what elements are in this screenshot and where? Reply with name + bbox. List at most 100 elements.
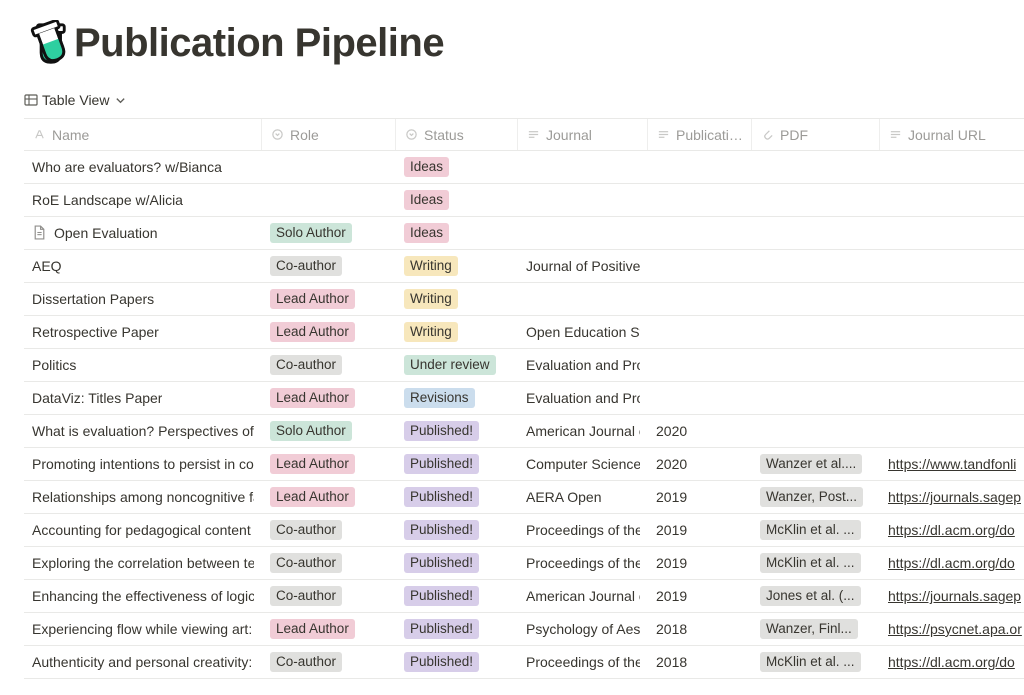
table-row[interactable]: Promoting intentions to persist in coLea… bbox=[24, 448, 1024, 481]
cell-journal[interactable]: Evaluation and Pro bbox=[518, 349, 648, 381]
cell-publication[interactable] bbox=[648, 382, 752, 414]
cell-status[interactable]: Published! bbox=[396, 646, 518, 678]
cell-journal-url[interactable] bbox=[880, 316, 1024, 348]
cell-role[interactable]: Lead Author bbox=[262, 382, 396, 414]
cell-journal-url[interactable] bbox=[880, 283, 1024, 315]
cell-journal[interactable]: Proceedings of the bbox=[518, 514, 648, 546]
cell-journal[interactable]: Journal of Positive bbox=[518, 250, 648, 282]
cell-status[interactable]: Published! bbox=[396, 415, 518, 447]
column-header-journal-url[interactable]: Journal URL bbox=[880, 119, 1024, 150]
cell-journal[interactable] bbox=[518, 151, 648, 183]
cell-pdf[interactable]: Wanzer, Finl... bbox=[752, 613, 880, 645]
table-row[interactable]: Relationships among noncognitive faLead … bbox=[24, 481, 1024, 514]
cell-name[interactable]: Relationships among noncognitive fa bbox=[24, 481, 262, 513]
cell-publication[interactable] bbox=[648, 283, 752, 315]
cell-name[interactable]: DataViz: Titles Paper bbox=[24, 382, 262, 414]
cell-role[interactable]: Lead Author bbox=[262, 283, 396, 315]
cell-pdf[interactable] bbox=[752, 283, 880, 315]
cell-pdf[interactable] bbox=[752, 217, 880, 249]
table-row[interactable]: What is evaluation? Perspectives of hSol… bbox=[24, 415, 1024, 448]
pdf-attachment[interactable]: Wanzer, Finl... bbox=[760, 619, 858, 639]
cell-publication[interactable] bbox=[648, 217, 752, 249]
cell-pdf[interactable] bbox=[752, 415, 880, 447]
cell-journal[interactable]: AERA Open bbox=[518, 481, 648, 513]
cell-role[interactable]: Co-author bbox=[262, 580, 396, 612]
journal-url-link[interactable]: https://dl.acm.org/do bbox=[888, 654, 1015, 670]
cell-role[interactable]: Co-author bbox=[262, 250, 396, 282]
cell-role[interactable] bbox=[262, 184, 396, 216]
cell-pdf[interactable]: Jones et al. (... bbox=[752, 580, 880, 612]
cell-status[interactable]: Published! bbox=[396, 448, 518, 480]
cell-publication[interactable] bbox=[648, 349, 752, 381]
cell-role[interactable]: Lead Author bbox=[262, 613, 396, 645]
cell-journal-url[interactable]: https://dl.acm.org/do bbox=[880, 646, 1024, 678]
pdf-attachment[interactable]: McKlin et al. ... bbox=[760, 652, 861, 672]
cell-journal-url[interactable] bbox=[880, 382, 1024, 414]
column-header-publication[interactable]: Publicati… bbox=[648, 119, 752, 150]
cell-journal[interactable]: Open Education Stu bbox=[518, 316, 648, 348]
table-row[interactable]: Dissertation PapersLead AuthorWriting bbox=[24, 283, 1024, 316]
cell-role[interactable]: Co-author bbox=[262, 547, 396, 579]
pdf-attachment[interactable]: McKlin et al. ... bbox=[760, 553, 861, 573]
cell-name[interactable]: Retrospective Paper bbox=[24, 316, 262, 348]
journal-url-link[interactable]: https://journals.sagep bbox=[888, 489, 1021, 505]
cell-journal-url[interactable]: https://www.tandfonli bbox=[880, 448, 1024, 480]
cell-publication[interactable]: 2019 bbox=[648, 580, 752, 612]
cell-status[interactable]: Published! bbox=[396, 514, 518, 546]
cell-role[interactable]: Lead Author bbox=[262, 448, 396, 480]
cell-pdf[interactable]: McKlin et al. ... bbox=[752, 514, 880, 546]
cell-journal-url[interactable] bbox=[880, 217, 1024, 249]
cell-publication[interactable]: 2020 bbox=[648, 415, 752, 447]
table-row[interactable]: Who are evaluators? w/BiancaIdeas bbox=[24, 151, 1024, 184]
cell-journal[interactable]: American Journal o bbox=[518, 580, 648, 612]
table-row[interactable]: Exploring the correlation between teCo-a… bbox=[24, 547, 1024, 580]
cell-journal[interactable] bbox=[518, 283, 648, 315]
cell-name[interactable]: Dissertation Papers bbox=[24, 283, 262, 315]
page-title[interactable]: Publication Pipeline bbox=[74, 21, 444, 66]
pdf-attachment[interactable]: Jones et al. (... bbox=[760, 586, 861, 606]
cell-pdf[interactable]: McKlin et al. ... bbox=[752, 646, 880, 678]
cell-status[interactable]: Published! bbox=[396, 547, 518, 579]
cell-status[interactable]: Revisions bbox=[396, 382, 518, 414]
cell-publication[interactable]: 2019 bbox=[648, 514, 752, 546]
column-header-role[interactable]: Role bbox=[262, 119, 396, 150]
cell-pdf[interactable]: Wanzer, Post... bbox=[752, 481, 880, 513]
column-header-status[interactable]: Status bbox=[396, 119, 518, 150]
pdf-attachment[interactable]: Wanzer et al.... bbox=[760, 454, 862, 474]
table-row[interactable]: Retrospective PaperLead AuthorWritingOpe… bbox=[24, 316, 1024, 349]
cell-journal-url[interactable]: https://dl.acm.org/do bbox=[880, 514, 1024, 546]
cell-journal[interactable] bbox=[518, 184, 648, 216]
cell-publication[interactable]: 2018 bbox=[648, 646, 752, 678]
table-row[interactable]: Authenticity and personal creativity:Co-… bbox=[24, 646, 1024, 679]
cell-publication[interactable] bbox=[648, 184, 752, 216]
pdf-attachment[interactable]: Wanzer, Post... bbox=[760, 487, 863, 507]
cell-role[interactable] bbox=[262, 151, 396, 183]
cell-pdf[interactable] bbox=[752, 349, 880, 381]
cell-publication[interactable] bbox=[648, 316, 752, 348]
cell-journal-url[interactable] bbox=[880, 184, 1024, 216]
cell-name[interactable]: AEQ bbox=[24, 250, 262, 282]
cell-name[interactable]: Accounting for pedagogical content bbox=[24, 514, 262, 546]
cell-pdf[interactable]: McKlin et al. ... bbox=[752, 547, 880, 579]
cell-status[interactable]: Writing bbox=[396, 283, 518, 315]
table-row[interactable]: Open EvaluationSolo AuthorIdeas bbox=[24, 217, 1024, 250]
cell-journal-url[interactable]: https://journals.sagep bbox=[880, 580, 1024, 612]
journal-url-link[interactable]: https://psycnet.apa.or bbox=[888, 621, 1022, 637]
cell-pdf[interactable] bbox=[752, 151, 880, 183]
cell-name[interactable]: RoE Landscape w/Alicia bbox=[24, 184, 262, 216]
cell-pdf[interactable]: Wanzer et al.... bbox=[752, 448, 880, 480]
cell-publication[interactable] bbox=[648, 151, 752, 183]
view-switcher[interactable]: Table View bbox=[24, 92, 127, 108]
column-header-journal[interactable]: Journal bbox=[518, 119, 648, 150]
cell-journal-url[interactable] bbox=[880, 415, 1024, 447]
cell-journal-url[interactable] bbox=[880, 151, 1024, 183]
cell-journal[interactable]: Proceedings of the bbox=[518, 547, 648, 579]
cell-status[interactable]: Under review bbox=[396, 349, 518, 381]
journal-url-link[interactable]: https://journals.sagep bbox=[888, 588, 1021, 604]
cell-journal-url[interactable] bbox=[880, 250, 1024, 282]
cell-journal-url[interactable]: https://psycnet.apa.or bbox=[880, 613, 1024, 645]
cell-pdf[interactable] bbox=[752, 316, 880, 348]
cell-role[interactable]: Lead Author bbox=[262, 316, 396, 348]
cell-journal[interactable]: Psychology of Aest bbox=[518, 613, 648, 645]
cell-publication[interactable]: 2019 bbox=[648, 481, 752, 513]
